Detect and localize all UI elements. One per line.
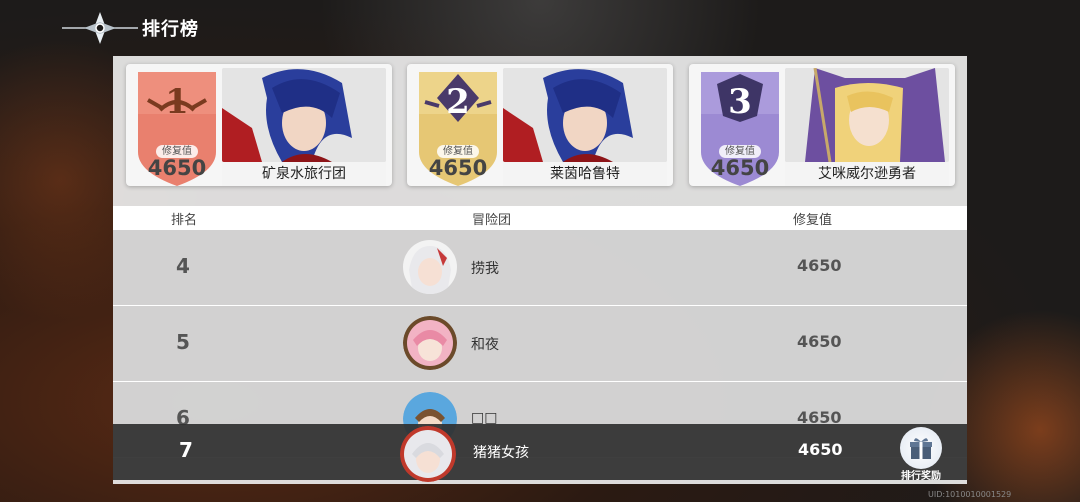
rank-shield: 3 修复值 4650: [697, 64, 783, 186]
my-rank-row[interactable]: 7 猪猪女孩 4650: [113, 424, 967, 482]
team-name: 艾咪威尔逊勇者: [785, 162, 949, 186]
avatar[interactable]: [403, 316, 457, 370]
team-name: 莱茵哈鲁特: [503, 162, 667, 186]
column-rank: 排名: [171, 213, 198, 228]
character-portrait: [503, 68, 667, 162]
rank-number: 3: [728, 82, 752, 122]
column-score: 修复值: [793, 213, 833, 228]
character-portrait: [222, 68, 386, 162]
table-row[interactable]: 4 捞我 4650: [113, 230, 967, 306]
ranking-reward-button[interactable]: 排行奖励: [893, 427, 949, 483]
table-header: 排名 冒险团 修复值: [113, 206, 967, 230]
team-name: 和夜: [471, 337, 499, 353]
score-value: 4650: [710, 156, 770, 180]
team-name: 猪猪女孩: [473, 445, 529, 461]
score-value: 4650: [428, 156, 488, 180]
gift-icon: [900, 427, 942, 469]
header: 排行榜: [62, 8, 199, 48]
avatar[interactable]: [400, 426, 456, 482]
leaderboard-panel: 1 修复值 4650 矿泉水旅行团 2 修复值 4650 莱茵哈鲁特 3 修复值…: [113, 56, 967, 484]
row-rank: 7: [179, 438, 193, 462]
score-label: 修复值: [415, 142, 501, 158]
rank-number: 2: [446, 82, 470, 122]
rank-shield: 1 修复值 4650: [134, 64, 220, 186]
reward-button-label: 排行奖励: [901, 471, 941, 482]
score-value: 4650: [798, 440, 843, 459]
score-label: 修复值: [697, 142, 783, 158]
score-label: 修复值: [134, 142, 220, 158]
row-rank: 5: [176, 330, 190, 354]
column-team: 冒险团: [472, 213, 512, 228]
uid-text: UID:1010010001529: [928, 490, 1012, 499]
back-emblem-icon[interactable]: [62, 8, 138, 48]
score-value: 4650: [797, 332, 842, 351]
top-three: 1 修复值 4650 矿泉水旅行团 2 修复值 4650 莱茵哈鲁特 3 修复值…: [113, 60, 967, 188]
row-rank: 4: [176, 254, 190, 278]
team-name: 捞我: [471, 261, 499, 277]
podium-card-2[interactable]: 2 修复值 4650 莱茵哈鲁特: [407, 64, 673, 186]
rank-number: 1: [165, 82, 189, 122]
table-row[interactable]: 5 和夜 4650: [113, 306, 967, 382]
rank-shield: 2 修复值 4650: [415, 64, 501, 186]
page-title: 排行榜: [142, 19, 199, 40]
podium-card-3[interactable]: 3 修复值 4650 艾咪威尔逊勇者: [689, 64, 955, 186]
score-value: 4650: [797, 256, 842, 275]
character-portrait: [785, 68, 949, 162]
avatar[interactable]: [403, 240, 457, 294]
score-value: 4650: [147, 156, 207, 180]
team-name: 矿泉水旅行团: [222, 162, 386, 186]
podium-card-1[interactable]: 1 修复值 4650 矿泉水旅行团: [126, 64, 392, 186]
